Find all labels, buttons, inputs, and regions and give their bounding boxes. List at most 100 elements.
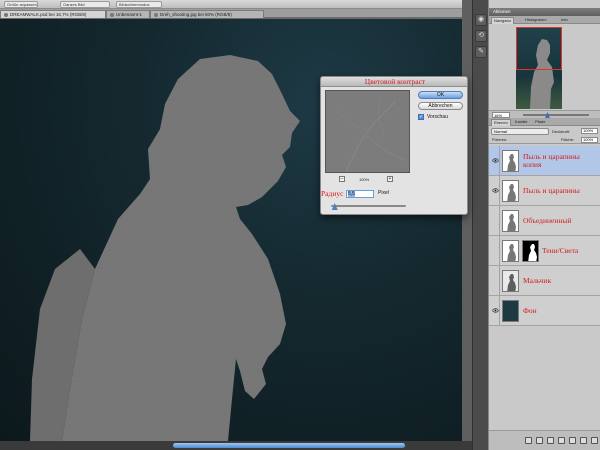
panel-title: Aktionen — [489, 8, 600, 16]
document-tabs: DREAMWALK.psd bei 16,7% (RGB/8) Unbenann… — [0, 9, 470, 18]
layer-name[interactable]: Пыль и царапины — [523, 187, 599, 195]
radius-value: 5,5 — [348, 191, 355, 197]
tab-label: DREAMWALK.psd bei 16,7% (RGB/8) — [10, 12, 87, 17]
fill-field[interactable]: 100% — [581, 137, 598, 143]
fit-size-button[interactable]: Größe anpassen — [4, 1, 38, 8]
layer-row[interactable]: Пыль и царапины копия — [489, 146, 600, 176]
tab-layers[interactable]: Ebenen — [491, 119, 511, 126]
layer-name[interactable]: Мальчик — [523, 277, 599, 285]
layer-row[interactable]: Фон — [489, 296, 600, 326]
dialog-title: Цветовой контраст — [321, 77, 467, 87]
horizontal-scrollbar[interactable] — [0, 441, 472, 450]
tab-info[interactable]: Info — [559, 17, 570, 24]
link-layers-icon[interactable] — [525, 437, 532, 444]
eye-icon — [492, 158, 499, 163]
navigator-thumbnail[interactable] — [516, 27, 562, 109]
layer-row[interactable]: Пыль и царапины — [489, 176, 600, 206]
close-tab-icon[interactable] — [154, 12, 158, 17]
zoom-slider[interactable] — [523, 114, 589, 116]
lock-row: Fixieren: Fläche: 100% — [489, 136, 600, 144]
visibility-toggle[interactable] — [490, 236, 500, 266]
fill-label: Fläche: — [561, 137, 575, 142]
radius-slider-track[interactable] — [331, 205, 406, 207]
tab-paths[interactable]: Pfade — [533, 119, 547, 126]
blend-row: Normal Deckkraft: 100% — [489, 127, 600, 135]
visibility-toggle[interactable] — [490, 206, 500, 236]
layer-thumbnail — [502, 180, 519, 202]
visibility-toggle[interactable] — [490, 176, 500, 206]
options-bar: Größe anpassen Ganzes Bild Bildschirmmod… — [0, 0, 470, 9]
preview-checkbox-row[interactable]: ✓ Vorschau — [418, 114, 463, 121]
ok-button[interactable]: OK — [418, 91, 463, 99]
layer-name[interactable]: Объединенный — [523, 217, 599, 225]
brush-icon[interactable]: ✎ — [475, 46, 487, 58]
navigator-zoom-bar: 16% — [489, 110, 600, 118]
radius-unit: Pixel — [378, 190, 389, 196]
close-tab-icon[interactable] — [110, 12, 114, 17]
layer-style-icon[interactable] — [536, 437, 543, 444]
visibility-toggle[interactable] — [490, 146, 500, 176]
radius-input[interactable]: 5,5 — [346, 190, 374, 198]
lock-label: Fixieren: — [492, 137, 508, 142]
navigator-tabs: Navigator Histogramm Info — [489, 16, 600, 24]
tab-dreamwalk[interactable]: DREAMWALK.psd bei 16,7% (RGB/8) — [0, 10, 106, 18]
layer-thumbnail — [502, 150, 519, 172]
visibility-toggle[interactable] — [490, 266, 500, 296]
navigator-panel: Aktionen Navigator Histogramm Info 16% — [488, 0, 600, 118]
zoom-out-button[interactable]: – — [339, 176, 345, 182]
layers-tabs: Ebenen Kanäle Pfade — [489, 118, 600, 126]
eye-icon — [492, 308, 499, 313]
layer-thumbnail — [502, 300, 519, 322]
layer-thumbnail — [502, 270, 519, 292]
layers-footer — [489, 430, 600, 450]
tab-label: Unbenannt-1 — [116, 12, 143, 17]
visibility-toggle[interactable] — [490, 296, 500, 326]
tab-unbenannt[interactable]: Unbenannt-1 — [106, 10, 150, 18]
layer-thumbnail — [502, 210, 519, 232]
radius-row: Радиус 5,5 Pixel — [321, 189, 467, 199]
high-pass-dialog: Цветовой контраст – 100% + OK Abbrechen … — [320, 76, 468, 215]
opacity-label: Deckkraft: — [552, 129, 571, 134]
whole-image-button[interactable]: Ganzes Bild — [60, 1, 110, 8]
trash-icon[interactable] — [591, 437, 598, 444]
zoom-in-button[interactable]: + — [387, 176, 393, 182]
tab-dreh-shooting[interactable]: Dreh_shooting.jpg bei 50% (RGB/8) — [150, 10, 264, 18]
screen-mode-button[interactable]: Bildschirmmodus — [116, 1, 162, 8]
panel-icon-strip: ◉ ⟲ ✎ — [472, 0, 488, 450]
layer-row[interactable]: Мальчик — [489, 266, 600, 296]
tab-navigator[interactable]: Navigator — [491, 17, 515, 24]
canvas-pasteboard — [462, 0, 472, 441]
tab-channels[interactable]: Kanäle — [513, 119, 529, 126]
photoshop-window: Größe anpassen Ganzes Bild Bildschirmmod… — [0, 0, 600, 450]
blend-mode-select[interactable]: Normal — [491, 128, 549, 135]
tab-histogram[interactable]: Histogramm — [523, 17, 549, 24]
adjustment-layer-icon[interactable] — [558, 437, 565, 444]
cancel-button[interactable]: Abbrechen — [418, 102, 463, 110]
new-layer-icon[interactable] — [580, 437, 587, 444]
new-group-icon[interactable] — [569, 437, 576, 444]
preview-checkbox[interactable]: ✓ — [418, 114, 424, 120]
tab-label: Dreh_shooting.jpg bei 50% (RGB/8) — [160, 12, 232, 17]
layer-row[interactable]: Объединенный — [489, 206, 600, 236]
layer-name[interactable]: Тени/Света — [542, 247, 600, 255]
preview-texture — [335, 95, 407, 172]
layer-thumbnail — [502, 240, 519, 262]
actions-icon[interactable]: ◉ — [475, 14, 487, 26]
layer-row[interactable]: Тени/Света — [489, 236, 600, 266]
filter-preview[interactable] — [325, 90, 410, 173]
add-mask-icon[interactable] — [547, 437, 554, 444]
layers-panel: Ebenen Kanäle Pfade Normal Deckkraft: 10… — [488, 118, 600, 450]
history-icon[interactable]: ⟲ — [475, 30, 487, 42]
view-box-indicator[interactable] — [516, 27, 562, 70]
preview-zoom-percent: 100% — [359, 177, 370, 182]
preview-zoom: – 100% + — [325, 175, 410, 183]
opacity-field[interactable]: 100% — [581, 128, 598, 134]
layer-mask-thumbnail[interactable] — [522, 240, 539, 262]
radius-label: Радиус — [321, 189, 344, 198]
layer-name[interactable]: Пыль и царапины копия — [523, 153, 599, 169]
eye-icon — [492, 188, 499, 193]
close-tab-icon[interactable] — [4, 12, 8, 17]
scrollbar-thumb[interactable] — [173, 443, 405, 448]
preview-label: Vorschau — [427, 114, 448, 120]
layer-name[interactable]: Фон — [523, 307, 599, 315]
